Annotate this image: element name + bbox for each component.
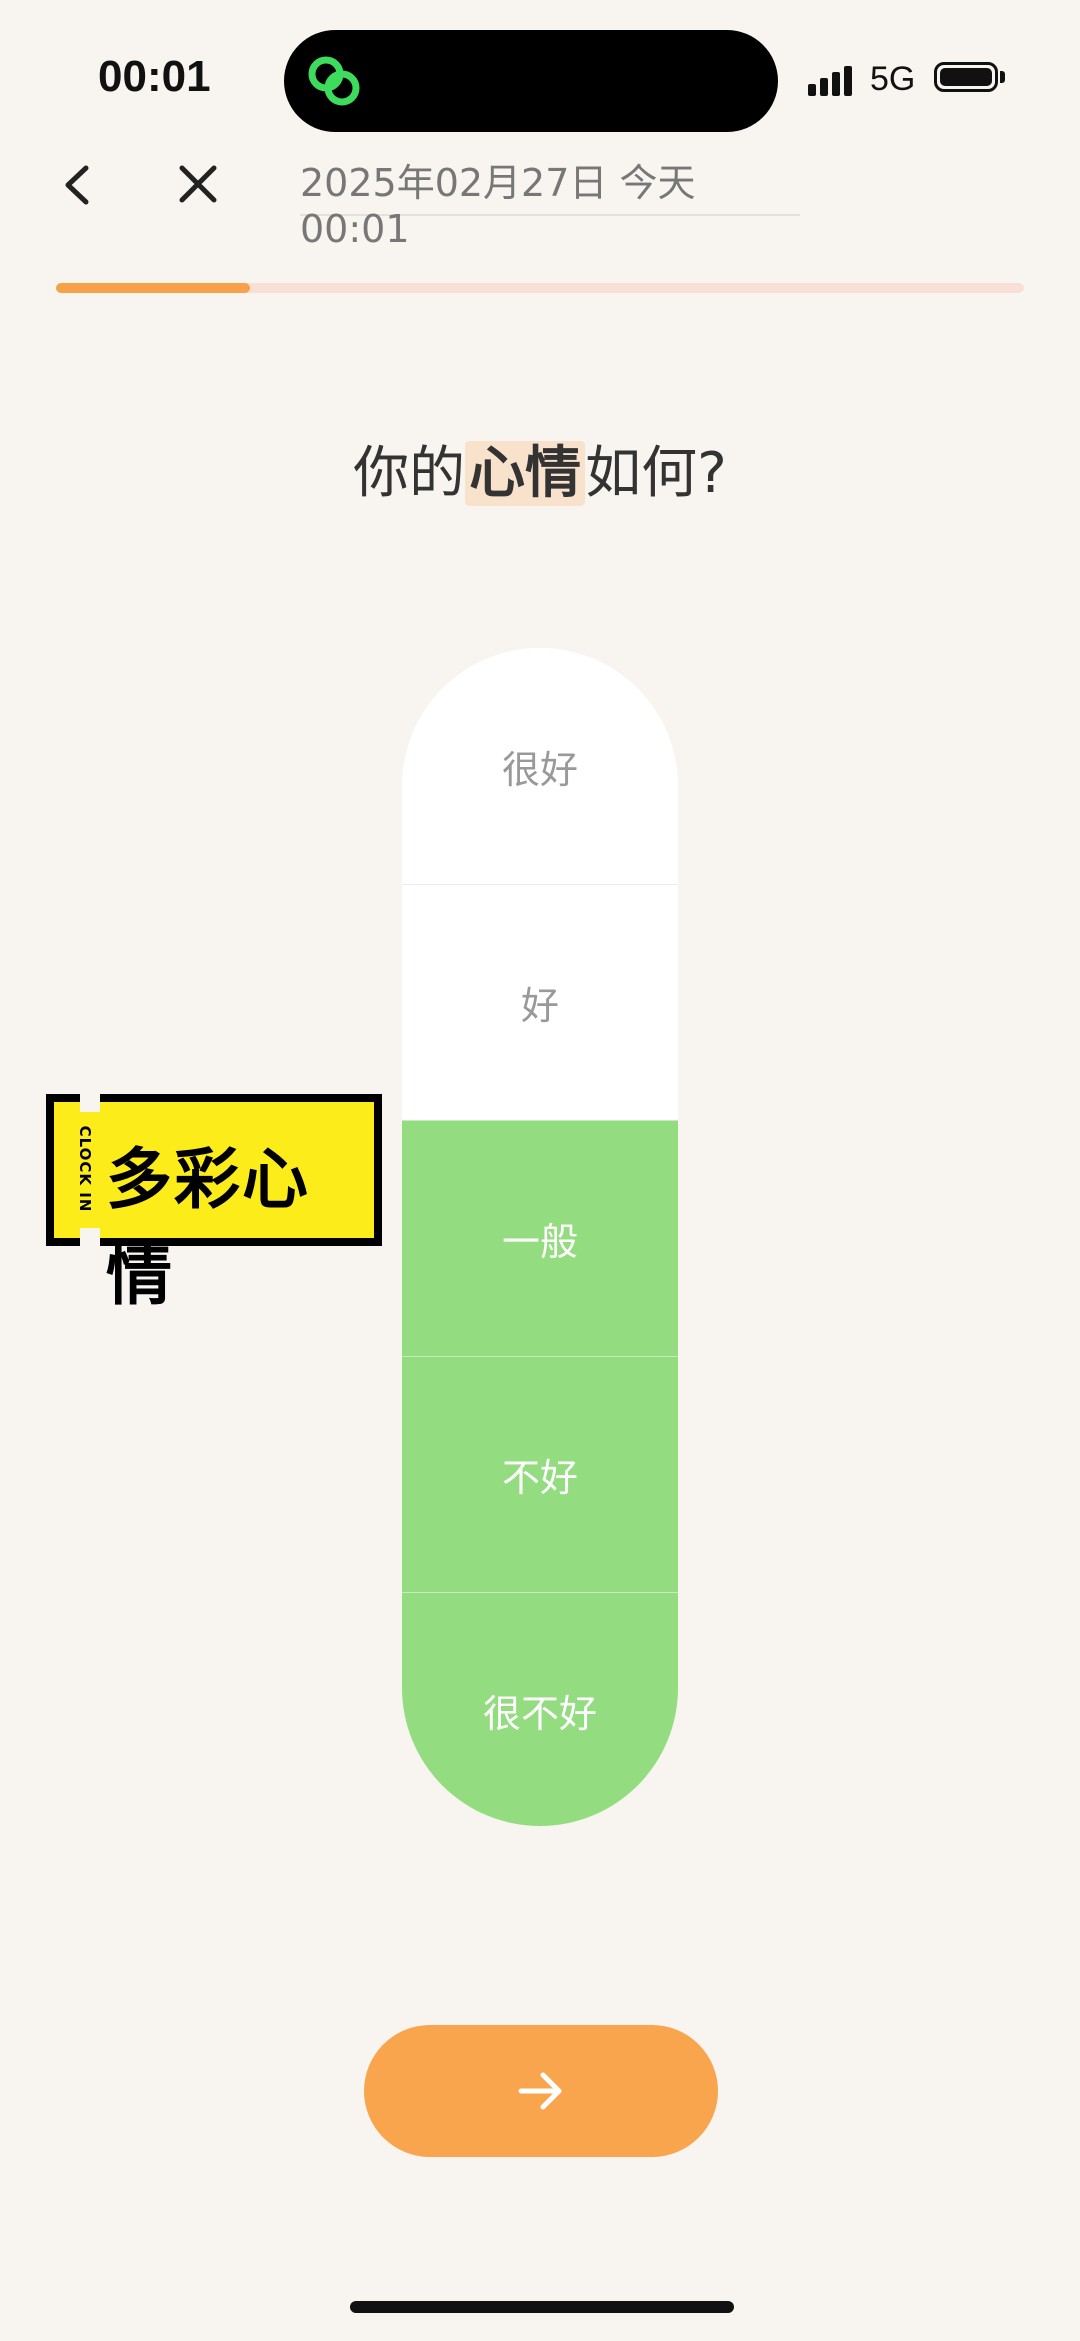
close-button[interactable] [166, 150, 230, 220]
question-suffix: 如何? [585, 441, 727, 506]
date-field[interactable]: 2025年02月27日 今天 00:01 [300, 152, 800, 251]
question-highlight: 心情 [465, 441, 586, 506]
mood-option-good[interactable]: 好 [402, 884, 678, 1120]
chevron-left-icon [65, 165, 89, 205]
back-button[interactable] [50, 150, 110, 220]
mood-option-bad[interactable]: 不好 [402, 1356, 678, 1592]
mood-option-very-bad[interactable]: 很不好 [402, 1592, 678, 1826]
question-title: 你的心情如何? [0, 428, 1080, 509]
dynamic-island [284, 30, 778, 132]
sticker-title: 多彩心情 [106, 1141, 310, 1314]
sticker-side-text: CLOCK IN [76, 1125, 94, 1213]
mood-selector[interactable]: 很好 好 一般 不好 很不好 [402, 648, 678, 1826]
home-indicator [350, 2301, 734, 2313]
next-button[interactable] [364, 2025, 718, 2157]
question-prefix: 你的 [353, 441, 466, 506]
link-icon [308, 56, 360, 106]
network-label: 5G [870, 60, 916, 98]
sticker-body: CLOCK IN 多彩心情 [54, 1094, 374, 1314]
signal-icon [808, 66, 852, 96]
status-time: 00:01 [98, 52, 211, 101]
arrow-right-icon [518, 2072, 562, 2110]
battery-tip [1000, 71, 1005, 83]
progress-bar [56, 283, 1024, 293]
close-icon [179, 165, 217, 203]
mood-option-average[interactable]: 一般 [402, 1120, 678, 1356]
mood-option-very-good[interactable]: 很好 [402, 648, 678, 884]
battery-icon [934, 62, 998, 92]
progress-fill [56, 283, 250, 293]
clock-in-sticker: CLOCK IN 多彩心情 [46, 1094, 382, 1314]
